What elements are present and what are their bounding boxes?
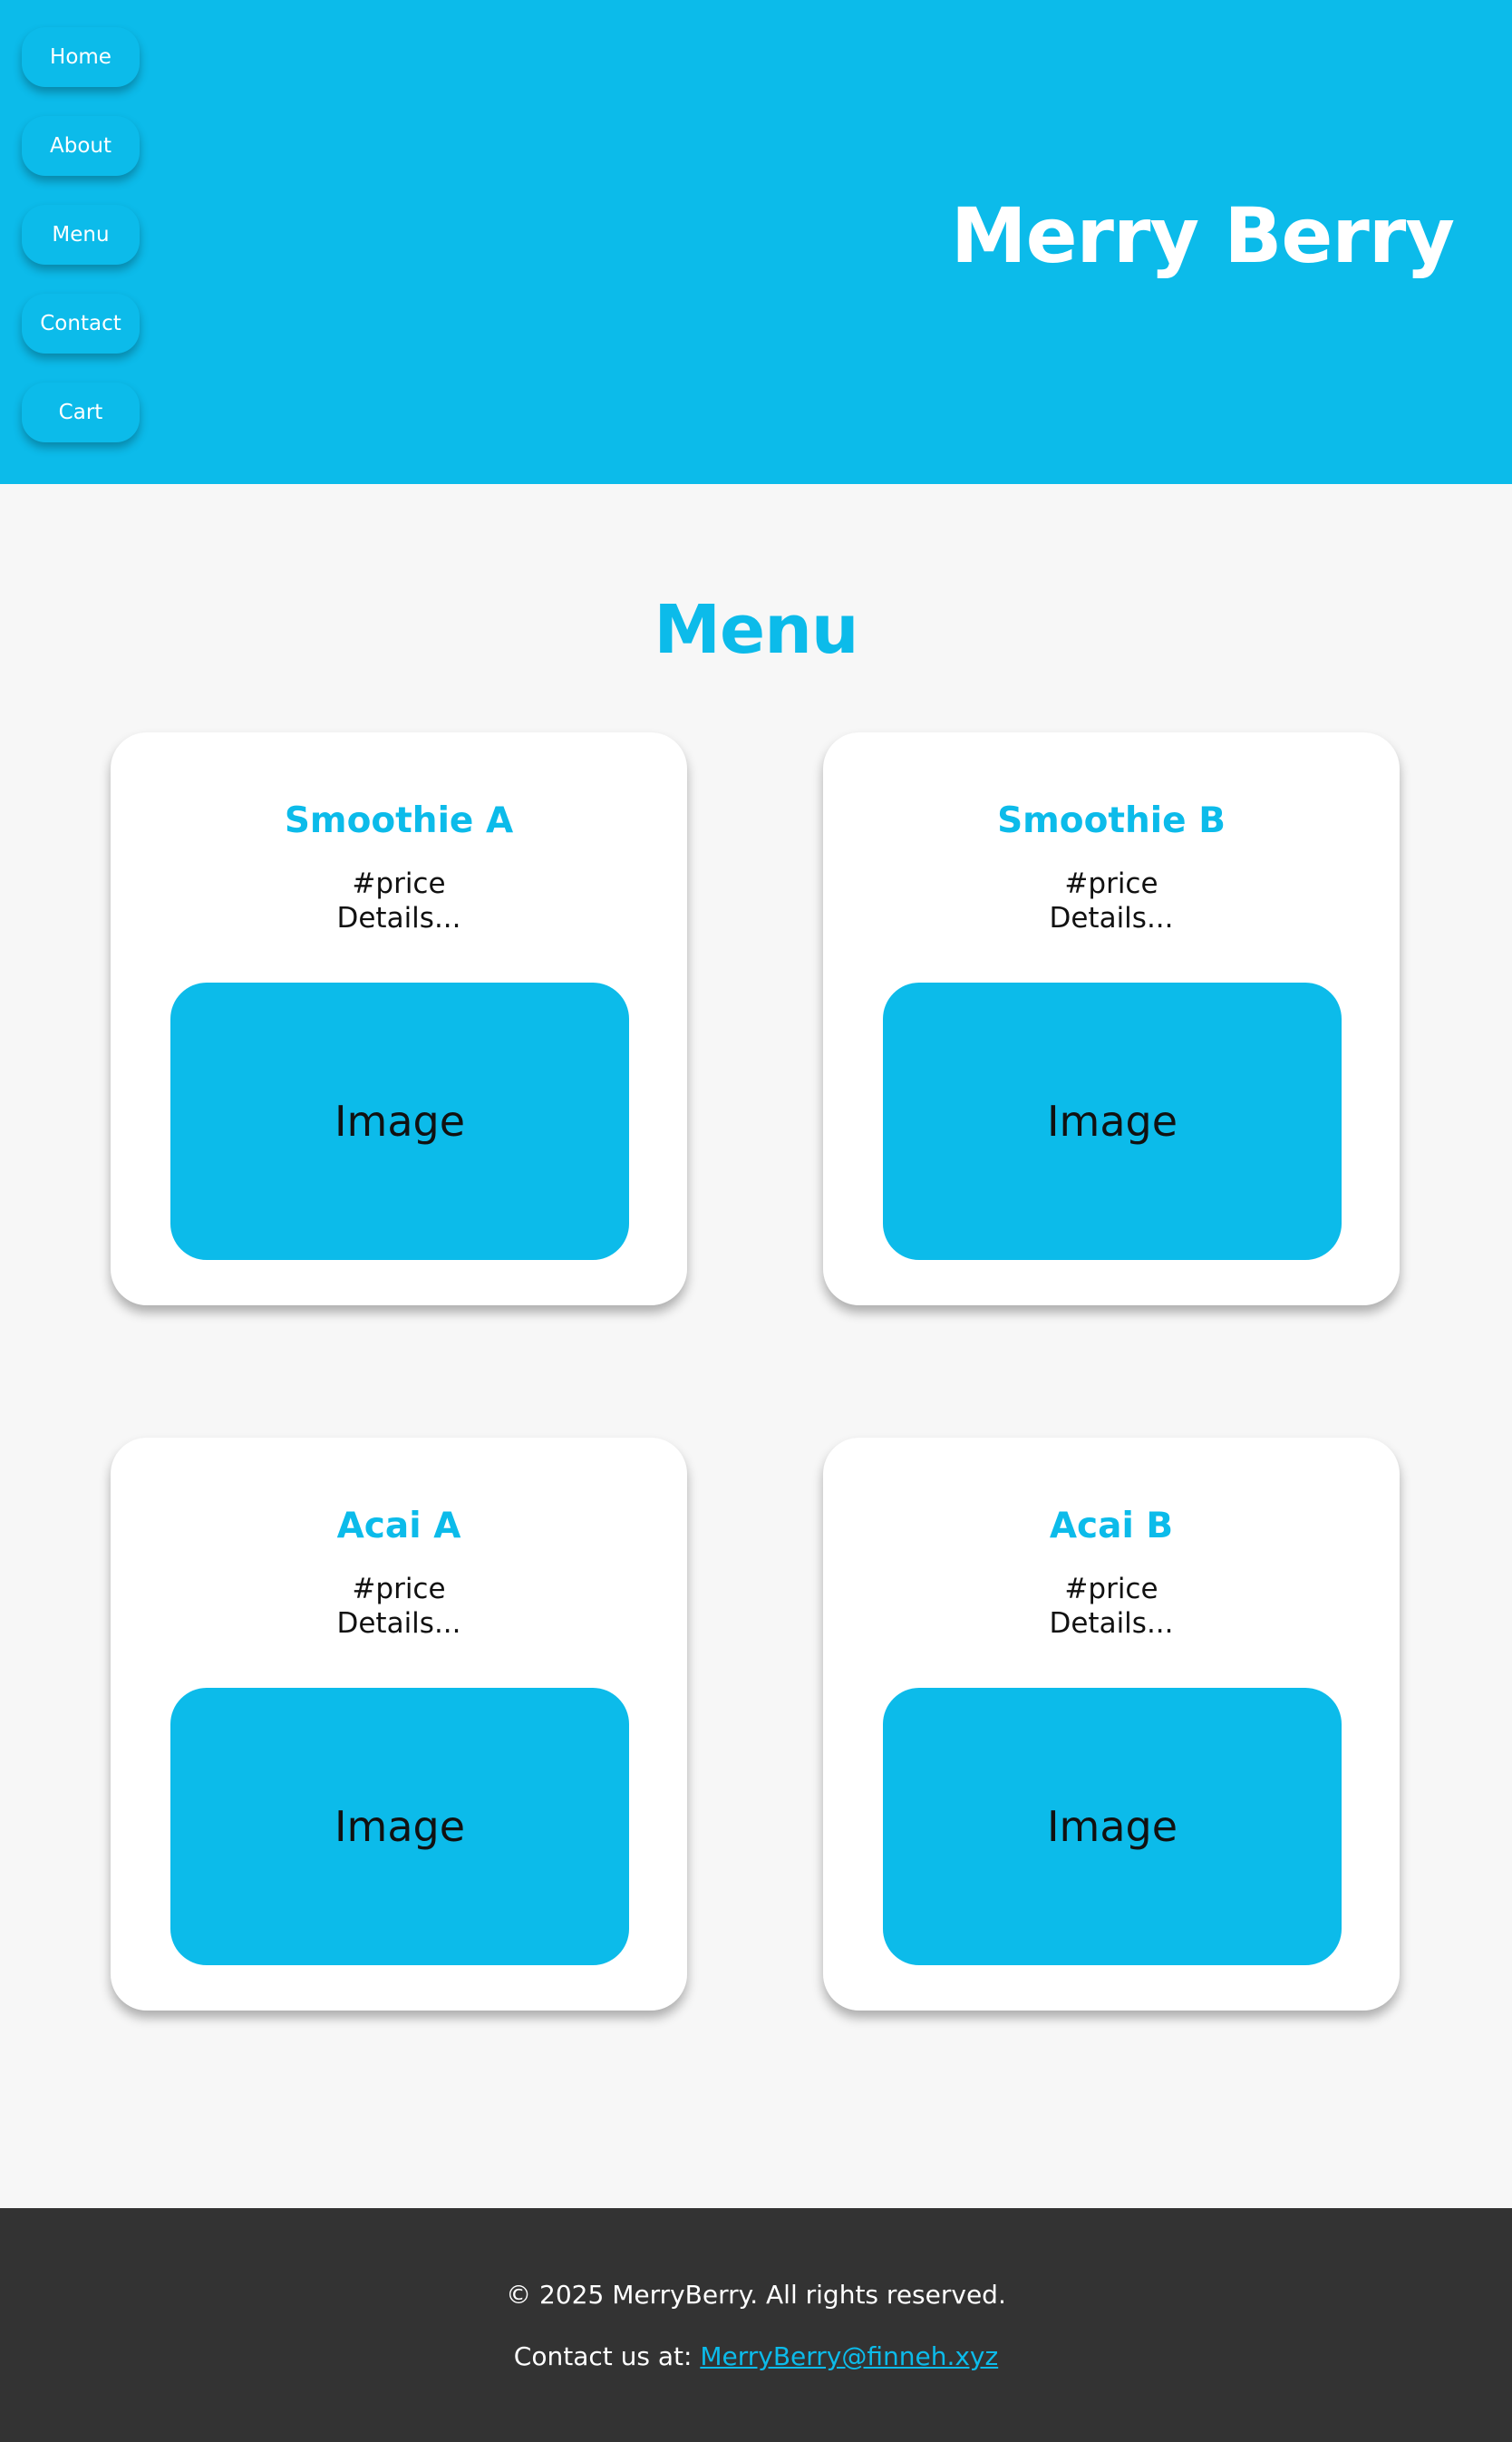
menu-item-price: #price [352,1573,446,1605]
nav-contact-button[interactable]: Contact [22,294,140,354]
menu-item-price: #price [1064,1573,1158,1605]
menu-item-price: #price [352,867,446,900]
nav-home-button[interactable]: Home [22,27,140,87]
page-title: Menu [654,591,858,669]
nav-cart-button[interactable]: Cart [22,383,140,442]
contact-email-link[interactable]: MerryBerry@finneh.xyz [700,2341,998,2371]
copyright-text: © 2025 MerryBerry. All rights reserved. [506,2280,1006,2310]
menu-card-smoothie-a[interactable]: Smoothie A #price Details... Image [111,732,687,1305]
menu-item-name: Smoothie B [997,800,1226,841]
menu-item-name: Acai A [336,1506,461,1546]
menu-item-image: Image [883,983,1342,1260]
menu-card-acai-a[interactable]: Acai A #price Details... Image [111,1438,687,2011]
menu-item-image: Image [170,1688,629,1965]
site-footer: © 2025 MerryBerry. All rights reserved. … [0,2208,1512,2442]
nav-about-button[interactable]: About [22,116,140,176]
site-header: Home About Menu Contact Cart Merry Berry [0,0,1512,484]
menu-item-details: Details... [1049,902,1174,935]
menu-item-name: Smoothie A [284,800,514,841]
contact-line: Contact us at: MerryBerry@finneh.xyz [0,2339,1512,2375]
menu-item-details: Details... [336,1607,461,1640]
menu-item-details: Details... [1049,1607,1174,1640]
brand-title: Merry Berry [950,191,1455,280]
menu-item-image: Image [170,983,629,1260]
menu-item-image: Image [883,1688,1342,1965]
menu-card-smoothie-b[interactable]: Smoothie B #price Details... Image [823,732,1400,1305]
menu-item-details: Details... [336,902,461,935]
menu-item-price: #price [1064,867,1158,900]
menu-card-acai-b[interactable]: Acai B #price Details... Image [823,1438,1400,2011]
menu-item-name: Acai B [1049,1506,1174,1546]
main-nav: Home About Menu Contact Cart [22,27,141,471]
nav-menu-button[interactable]: Menu [22,205,140,265]
contact-prefix: Contact us at: [513,2341,701,2371]
